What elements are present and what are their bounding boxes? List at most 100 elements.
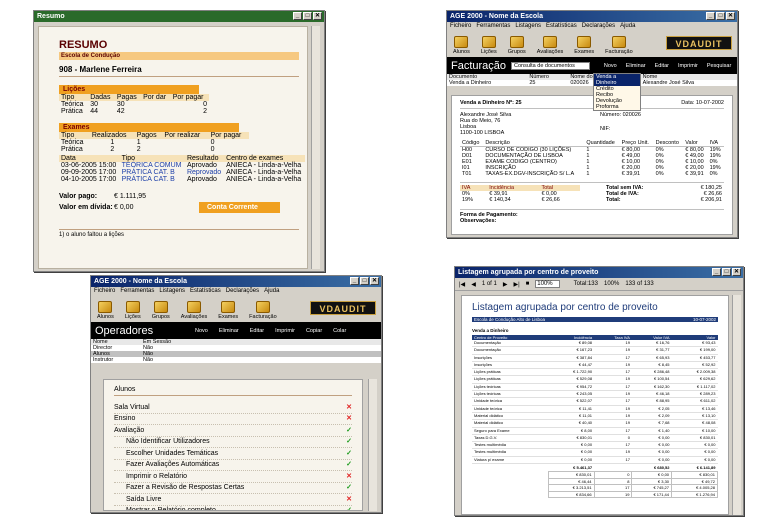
permissions-scrollbar[interactable] xyxy=(368,379,377,511)
cell: 42 xyxy=(116,108,125,115)
cell: 0% xyxy=(709,171,718,177)
first-page-button[interactable]: |◀ xyxy=(459,281,465,288)
cross-icon[interactable]: ✕ xyxy=(346,495,352,505)
permission-row[interactable]: Fazer a Revisão de Respostas Certas ✓ xyxy=(114,483,352,494)
permission-row[interactable]: Ensino ✕ xyxy=(114,414,352,425)
tool-alunos[interactable]: Alunos xyxy=(453,36,470,55)
editar-button[interactable]: Editar xyxy=(250,328,264,334)
close-button[interactable]: ✕ xyxy=(313,12,322,20)
check-icon[interactable]: ✓ xyxy=(346,437,352,447)
print-icon[interactable]: ■ xyxy=(526,281,530,287)
table-row[interactable]: Venda a Dinheiro 25 020026 Alexandre José S… xyxy=(447,80,737,86)
menu-estatisticas[interactable]: Estatísticas xyxy=(546,23,577,29)
imprimir-button[interactable]: Imprimir xyxy=(678,63,698,69)
exam-type-link[interactable]: TEÓRICA COMUM xyxy=(120,162,185,169)
minimize-button[interactable]: _ xyxy=(350,277,359,285)
report-scrollbar[interactable] xyxy=(732,295,741,515)
resumo-scrollbar[interactable] xyxy=(311,26,320,269)
permission-row[interactable]: Saída Livre ✕ xyxy=(114,494,352,506)
colar-button[interactable]: Colar xyxy=(333,328,346,334)
novo-button[interactable]: Novo xyxy=(604,63,617,69)
last-page-button[interactable]: ▶| xyxy=(513,281,519,288)
menu-ferramentas[interactable]: Ferramentas xyxy=(120,288,154,294)
menu-ajuda[interactable]: Ajuda xyxy=(264,288,279,294)
menu-ficheiro[interactable]: Ficheiro xyxy=(94,288,115,294)
table-row: Lições práticas € 529,08 19 € 100,54 € 629,6… xyxy=(472,376,718,384)
col-header: Por dar xyxy=(143,94,167,101)
zoom-select[interactable]: 100% xyxy=(535,280,560,288)
tool-licoes[interactable]: Lições xyxy=(481,36,497,55)
table-row: Unidade teórica € 11,41 19 € 2,05 € 13,46 xyxy=(472,405,718,413)
dropdown-item[interactable]: Proforma xyxy=(594,104,640,110)
cell: € 48,08 xyxy=(702,420,716,426)
menu-ficheiro[interactable]: Ficheiro xyxy=(450,23,471,29)
menu-declaracoes[interactable]: Declarações xyxy=(582,23,615,29)
permission-row[interactable]: Não Identificar Utilizadores ✓ xyxy=(114,437,352,448)
document-filter-select[interactable]: Consulta de documentos xyxy=(511,61,590,70)
tool-facturacao[interactable]: Facturação xyxy=(249,301,277,320)
tool-exames[interactable]: Exames xyxy=(574,36,594,55)
check-icon[interactable]: ✓ xyxy=(346,483,352,493)
minimize-button[interactable]: _ xyxy=(706,12,715,20)
menu-ferramentas[interactable]: Ferramentas xyxy=(476,23,510,29)
exam-type-link[interactable]: PRÁTICA CAT. B xyxy=(120,169,185,176)
cross-icon[interactable]: ✕ xyxy=(346,472,352,482)
dropdown-item[interactable]: Venda a Dinheiro xyxy=(594,74,640,86)
permission-row[interactable]: Escolher Unidades Temáticas ✓ xyxy=(114,448,352,460)
cell: € 16,76 xyxy=(656,340,670,345)
cross-icon[interactable]: ✕ xyxy=(346,414,352,424)
editar-button[interactable]: Editar xyxy=(655,63,669,69)
check-icon[interactable]: ✓ xyxy=(346,506,352,510)
permission-row[interactable]: Sala Virtual ✕ xyxy=(114,402,352,414)
menu-estatisticas[interactable]: Estatísticas xyxy=(190,288,221,294)
vdaudit-logo: VDAUDIT xyxy=(310,301,376,315)
permission-row[interactable]: Imprimir o Relatório ✕ xyxy=(114,471,352,483)
conta-corrente-button[interactable]: Conta Corrente xyxy=(199,202,280,213)
menu-declaracoes[interactable]: Declarações xyxy=(226,288,259,294)
copiar-button[interactable]: Copiar xyxy=(306,328,322,334)
check-icon[interactable]: ✓ xyxy=(346,426,352,436)
permission-row[interactable]: Avaliação ✓ xyxy=(114,425,352,437)
maximize-button[interactable]: □ xyxy=(722,268,731,276)
exam-type-link[interactable]: PRÁTICA CAT. B xyxy=(120,176,185,183)
table-row: Total: € 206,91 xyxy=(604,197,724,203)
close-button[interactable]: ✕ xyxy=(726,12,735,20)
minimize-button[interactable]: _ xyxy=(293,12,302,20)
permission-row[interactable]: Mostrar o Relatório completo ✓ xyxy=(114,506,352,510)
next-page-button[interactable]: ▶ xyxy=(503,281,508,288)
pesquisar-button[interactable]: Pesquisar xyxy=(707,63,731,69)
permission-row[interactable]: Fazer Avaliações Automáticas ✓ xyxy=(114,460,352,471)
cross-icon[interactable]: ✕ xyxy=(346,403,352,413)
close-button[interactable]: ✕ xyxy=(370,277,379,285)
tool-exames[interactable]: Exames xyxy=(218,301,238,320)
tool-alunos[interactable]: Alunos xyxy=(97,301,114,320)
factura-titlebar[interactable]: AGE 2000 - Nome da Escola _ □ ✕ xyxy=(447,11,737,22)
menu-ajuda[interactable]: Ajuda xyxy=(620,23,635,29)
check-icon[interactable]: ✓ xyxy=(346,449,352,459)
novo-button[interactable]: Novo xyxy=(195,328,208,334)
tool-licoes[interactable]: Lições xyxy=(125,301,141,320)
close-button[interactable]: ✕ xyxy=(732,268,741,276)
tool-grupos[interactable]: Grupos xyxy=(152,301,170,320)
prev-page-button[interactable]: ◀ xyxy=(471,281,476,288)
tool-avaliacoes[interactable]: Avaliações xyxy=(537,36,563,55)
imprimir-button[interactable]: Imprimir xyxy=(275,328,295,334)
menu-listagens[interactable]: Listagens xyxy=(159,288,185,294)
eliminar-button[interactable]: Eliminar xyxy=(626,63,646,69)
tool-facturacao[interactable]: Facturação xyxy=(605,36,633,55)
operadores-titlebar[interactable]: AGE 2000 - Nome da Escola _ □ ✕ xyxy=(91,276,381,287)
check-icon[interactable]: ✓ xyxy=(346,460,352,470)
tool-label: Grupos xyxy=(507,49,526,55)
minimize-button[interactable]: _ xyxy=(712,268,721,276)
maximize-button[interactable]: □ xyxy=(716,12,725,20)
tool-grupos[interactable]: Grupos xyxy=(508,36,526,55)
resumo-titlebar[interactable]: Resumo _ □ ✕ xyxy=(34,11,324,22)
table-row[interactable]: Instrutor Não xyxy=(91,357,381,363)
eliminar-button[interactable]: Eliminar xyxy=(219,328,239,334)
listagem-titlebar[interactable]: Listagem agrupada por centro de proveito… xyxy=(455,267,743,278)
cell: € 171,44 xyxy=(631,490,673,499)
maximize-button[interactable]: □ xyxy=(360,277,369,285)
maximize-button[interactable]: □ xyxy=(303,12,312,20)
tool-avaliacoes[interactable]: Avaliações xyxy=(181,301,207,320)
menu-listagens[interactable]: Listagens xyxy=(515,23,541,29)
